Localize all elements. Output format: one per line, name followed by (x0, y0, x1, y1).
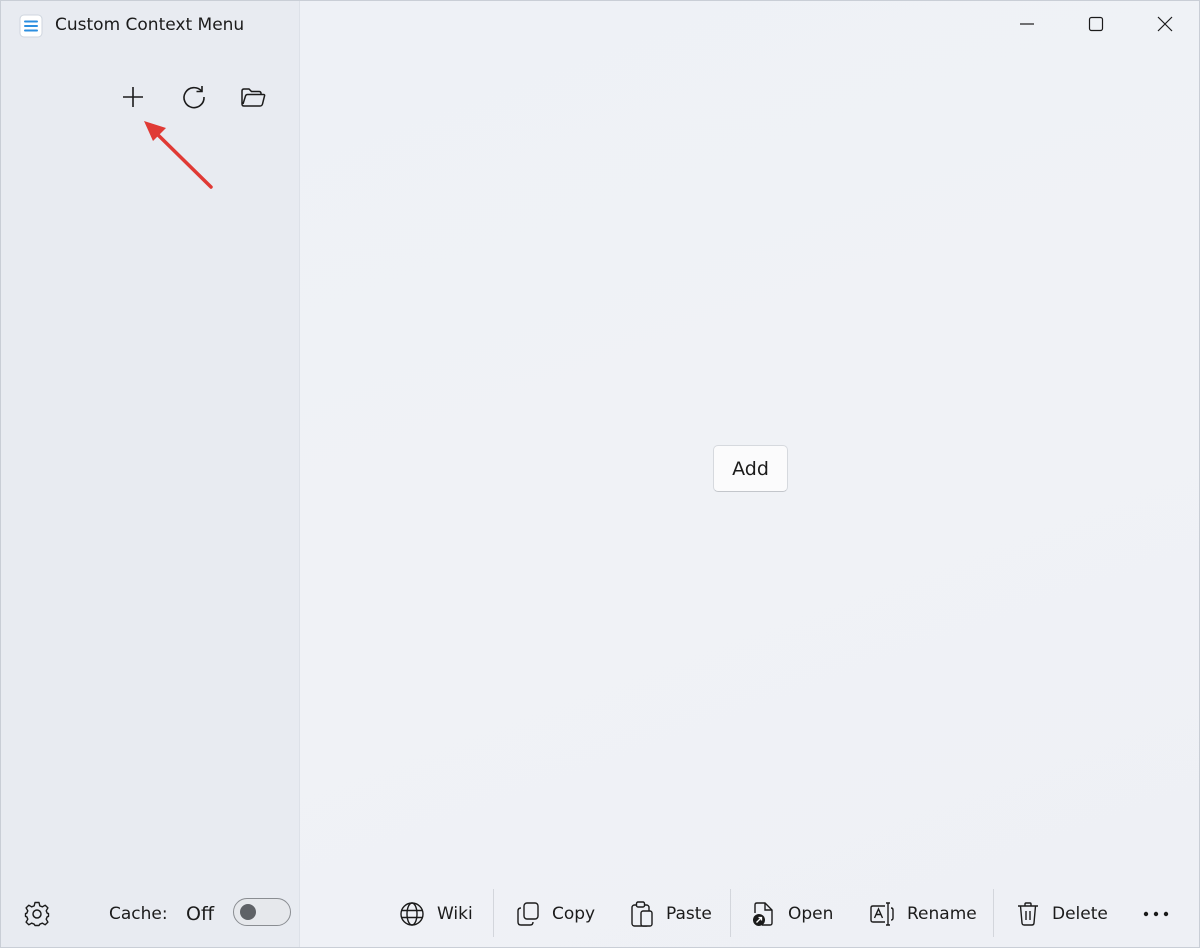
more-button[interactable] (1141, 897, 1171, 931)
rename-label: Rename (907, 904, 977, 924)
delete-button[interactable]: Delete (1016, 897, 1108, 931)
app-window: Custom Context Menu Cache: Off Add Wiki … (0, 0, 1200, 948)
copy-icon (517, 902, 539, 926)
separator (493, 889, 494, 937)
more-icon (1143, 911, 1169, 917)
maximize-button[interactable] (1073, 5, 1119, 43)
app-title: Custom Context Menu (55, 15, 245, 35)
minimize-button[interactable] (1004, 5, 1050, 43)
cache-state-text: Off (186, 903, 215, 925)
paste-label: Paste (666, 904, 712, 924)
wiki-button[interactable]: Wiki (399, 897, 473, 931)
minimize-icon (1020, 23, 1034, 25)
open-button[interactable]: Open (752, 897, 833, 931)
refresh-icon (183, 86, 205, 109)
settings-button[interactable] (23, 900, 51, 928)
close-icon (1157, 16, 1173, 32)
paste-icon (631, 901, 653, 927)
cache-label: Cache: (109, 904, 168, 924)
rename-button[interactable]: Rename (869, 897, 977, 931)
close-button[interactable] (1142, 5, 1188, 43)
folder-open-icon (241, 88, 266, 107)
maximize-icon (1088, 16, 1104, 32)
delete-label: Delete (1052, 904, 1108, 924)
separator (730, 889, 731, 937)
gear-icon (24, 901, 50, 927)
copy-label: Copy (552, 904, 596, 924)
hamburger-icon[interactable] (19, 14, 43, 38)
sidebar: Custom Context Menu Cache: Off (1, 1, 300, 947)
paste-button[interactable]: Paste (630, 897, 712, 931)
copy-button[interactable]: Copy (516, 897, 595, 931)
rename-icon (870, 902, 894, 926)
sidebar-footer: Cache: Off (1, 891, 300, 935)
wiki-label: Wiki (437, 904, 473, 924)
open-label: Open (788, 904, 834, 924)
trash-icon (1018, 902, 1038, 926)
add-icon (123, 87, 143, 107)
add-button-center[interactable]: Add (713, 445, 788, 492)
toggle-knob (240, 904, 256, 920)
globe-icon (400, 902, 424, 926)
cache-toggle[interactable] (233, 898, 291, 926)
separator (993, 889, 994, 937)
open-file-icon (753, 902, 773, 926)
open-folder-button[interactable] (233, 77, 273, 117)
annotation-arrow-icon (144, 121, 213, 189)
